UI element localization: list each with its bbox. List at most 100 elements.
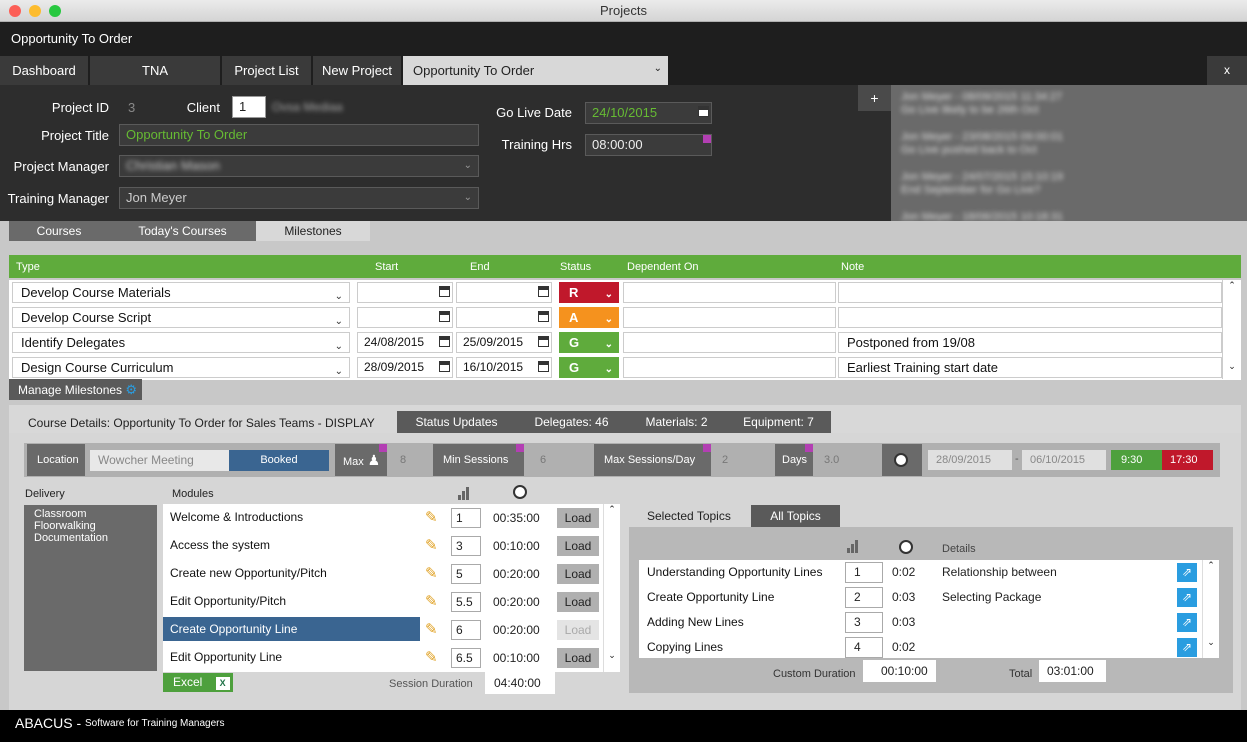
end-date-field[interactable]: 16/10/2015: [456, 357, 552, 378]
project-title-field[interactable]: Opportunity To Order: [119, 124, 479, 146]
status-select[interactable]: G ⌄: [559, 357, 619, 378]
calendar-icon[interactable]: [439, 286, 450, 297]
calendar-icon[interactable]: [538, 311, 549, 322]
list-item-selected[interactable]: Create Opportunity Line ✎ 6 00:20:00 Loa…: [163, 617, 603, 645]
open-external-icon[interactable]: ⇗: [1177, 638, 1197, 657]
dependent-on-field[interactable]: [623, 357, 836, 378]
calendar-icon[interactable]: [439, 311, 450, 322]
end-time-field[interactable]: 17:30: [1162, 450, 1213, 470]
close-tab-button[interactable]: x: [1207, 56, 1247, 85]
open-external-icon[interactable]: ⇗: [1177, 588, 1197, 607]
add-note-button[interactable]: +: [858, 85, 891, 111]
chevron-up-icon[interactable]: ⌃: [1223, 280, 1241, 291]
end-date-field[interactable]: [456, 307, 552, 328]
tab-all-topics[interactable]: All Topics: [751, 505, 840, 527]
zoom-window-button[interactable]: [49, 5, 61, 17]
topic-row[interactable]: Adding New Lines 3 0:03 ⇗: [639, 610, 1204, 635]
module-order-field[interactable]: 5: [451, 564, 481, 584]
topic-row[interactable]: Copying Lines 4 0:02 ⇗: [639, 635, 1204, 660]
topic-order-field[interactable]: 1: [845, 562, 883, 583]
minimize-window-button[interactable]: [29, 5, 41, 17]
chevron-up-icon[interactable]: ⌃: [1203, 560, 1219, 571]
module-order-field[interactable]: 6: [451, 620, 481, 640]
start-date-field[interactable]: 28/09/2015: [357, 357, 453, 378]
end-date-field[interactable]: 25/09/2015: [456, 332, 552, 353]
tab-courses[interactable]: Courses: [9, 221, 109, 241]
module-order-field[interactable]: 5.5: [451, 592, 481, 612]
tab-milestones[interactable]: Milestones: [256, 221, 370, 241]
status-select[interactable]: G ⌄: [559, 332, 619, 353]
tab-tna[interactable]: TNA: [90, 56, 221, 85]
tab-delegates[interactable]: Delegates: 46: [516, 411, 627, 433]
excel-export-button[interactable]: Excel X: [163, 673, 233, 692]
tab-dashboard[interactable]: Dashboard: [0, 56, 89, 85]
chevron-down-icon[interactable]: ⌄: [1203, 637, 1219, 648]
load-button[interactable]: Load: [557, 536, 599, 556]
topic-order-field[interactable]: 3: [845, 612, 883, 633]
pencil-icon[interactable]: ✎: [425, 508, 438, 526]
note-field[interactable]: [838, 282, 1222, 303]
topic-row[interactable]: Understanding Opportunity Lines 1 0:02 R…: [639, 560, 1204, 585]
dependent-on-field[interactable]: [623, 307, 836, 328]
module-order-field[interactable]: 6.5: [451, 648, 481, 668]
project-manager-select[interactable]: Christian Mason ⌄: [119, 155, 479, 177]
delivery-item[interactable]: Floorwalking: [34, 520, 147, 532]
load-button[interactable]: Load: [557, 508, 599, 528]
status-select[interactable]: A ⌄: [559, 307, 619, 328]
custom-duration-field[interactable]: 00:10:00: [863, 660, 936, 682]
load-button[interactable]: Load: [557, 648, 599, 668]
list-item[interactable]: Create new Opportunity/Pitch ✎ 5 00:20:0…: [163, 561, 603, 589]
pencil-icon[interactable]: ✎: [425, 564, 438, 582]
chevron-down-icon[interactable]: ⌄: [604, 650, 620, 661]
load-button[interactable]: Load: [557, 564, 599, 584]
milestones-scrollbar[interactable]: ⌃ ⌄: [1222, 280, 1241, 379]
delivery-item[interactable]: Documentation: [34, 532, 147, 544]
manage-milestones-button[interactable]: Manage Milestones ⚙: [9, 379, 142, 400]
topics-scrollbar[interactable]: ⌃ ⌄: [1202, 560, 1219, 658]
calendar-icon[interactable]: [538, 361, 549, 372]
start-date-field[interactable]: [357, 307, 453, 328]
start-date-field[interactable]: 28/09/2015: [928, 450, 1012, 470]
open-external-icon[interactable]: ⇗: [1177, 563, 1197, 582]
tab-status-updates[interactable]: Status Updates: [397, 411, 516, 433]
start-time-field[interactable]: 9:30: [1111, 450, 1162, 470]
type-select[interactable]: Develop Course Script ⌄: [12, 307, 350, 328]
topic-row[interactable]: Create Opportunity Line 2 0:03 Selecting…: [639, 585, 1204, 610]
type-select[interactable]: Identify Delegates ⌄: [12, 332, 350, 353]
training-manager-select[interactable]: Jon Meyer ⌄: [119, 187, 479, 209]
type-select[interactable]: Design Course Curriculum ⌄: [12, 357, 350, 378]
pencil-icon[interactable]: ✎: [425, 620, 438, 638]
pencil-icon[interactable]: ✎: [425, 648, 438, 666]
module-order-field[interactable]: 1: [451, 508, 481, 528]
end-date-field[interactable]: 06/10/2015: [1022, 450, 1106, 470]
type-select[interactable]: Develop Course Materials ⌄: [12, 282, 350, 303]
tab-selected-topics[interactable]: Selected Topics: [633, 505, 749, 527]
module-order-field[interactable]: 3: [451, 536, 481, 556]
list-item[interactable]: Edit Opportunity/Pitch ✎ 5.5 00:20:00 Lo…: [163, 589, 603, 617]
end-date-field[interactable]: [456, 282, 552, 303]
modules-scrollbar[interactable]: ⌃ ⌄: [603, 504, 620, 672]
tab-todays-courses[interactable]: Today's Courses: [109, 221, 256, 241]
tab-project-list[interactable]: Project List: [222, 56, 312, 85]
location-field[interactable]: Wowcher Meeting: [90, 450, 230, 471]
note-field[interactable]: [838, 307, 1222, 328]
delivery-item[interactable]: Classroom: [34, 508, 147, 520]
list-item[interactable]: Access the system ✎ 3 00:10:00 Load: [163, 533, 603, 561]
tab-equipment[interactable]: Equipment: 7: [726, 411, 831, 433]
note-field[interactable]: Earliest Training start date: [838, 357, 1222, 378]
note-field[interactable]: Postponed from 19/08: [838, 332, 1222, 353]
topic-order-field[interactable]: 4: [845, 637, 883, 658]
list-item[interactable]: Edit Opportunity Line ✎ 6.5 00:10:00 Loa…: [163, 645, 603, 673]
dependent-on-field[interactable]: [623, 282, 836, 303]
pencil-icon[interactable]: ✎: [425, 536, 438, 554]
tab-opportunity-to-order[interactable]: Opportunity To Order ⌄: [403, 56, 669, 85]
start-date-field[interactable]: 24/08/2015: [357, 332, 453, 353]
clock-button[interactable]: [882, 444, 922, 476]
booked-button[interactable]: Booked: [229, 450, 329, 471]
pencil-icon[interactable]: ✎: [425, 592, 438, 610]
calendar-icon[interactable]: [538, 336, 549, 347]
calendar-icon[interactable]: [698, 106, 709, 117]
close-window-button[interactable]: [9, 5, 21, 17]
go-live-date-field[interactable]: 24/10/2015: [585, 102, 712, 124]
client-number-field[interactable]: 1: [232, 96, 266, 118]
